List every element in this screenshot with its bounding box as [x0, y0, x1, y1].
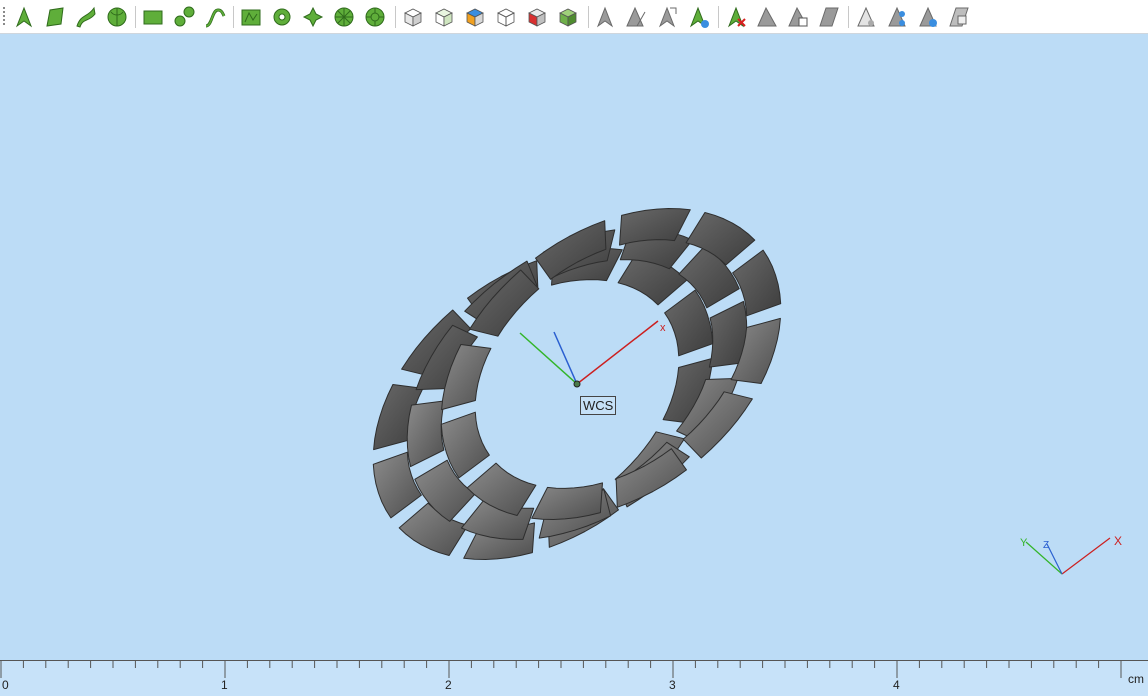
- select-face-button[interactable]: [42, 4, 68, 30]
- plane-doc-icon: [788, 6, 808, 27]
- select-button[interactable]: [11, 4, 37, 30]
- view-eye-icon: [919, 6, 937, 27]
- ruler-label-3: 3: [669, 678, 676, 692]
- wcs-label[interactable]: WCS: [580, 396, 617, 415]
- box-green-icon: [559, 8, 577, 27]
- circle-point-icon: [174, 6, 195, 27]
- toolbar-separator: [588, 6, 589, 28]
- arrow-gray-button[interactable]: [592, 4, 618, 30]
- box-front-button[interactable]: [431, 4, 457, 30]
- scene[interactable]: x X Y Z: [0, 34, 1148, 660]
- box-view-button[interactable]: [400, 4, 426, 30]
- plane-gray-icon: [819, 7, 839, 27]
- delete-button[interactable]: [723, 4, 749, 30]
- ruler-unit: cm: [1128, 672, 1144, 686]
- ruler-ticks: [0, 660, 1148, 678]
- triad-z-label: Z: [1043, 540, 1049, 551]
- box-color-button[interactable]: [462, 4, 488, 30]
- view-show-icon: [888, 6, 906, 27]
- toolbar-separator: [718, 6, 719, 28]
- arrow-copy-icon: [689, 6, 709, 28]
- triad-y-label: Y: [1020, 537, 1028, 549]
- ruler-label-2: 2: [445, 678, 452, 692]
- arrow-gray-icon: [596, 6, 614, 28]
- toolbar-separator: [135, 6, 136, 28]
- select-edge-button[interactable]: [73, 4, 99, 30]
- delete-icon: [727, 6, 746, 28]
- box-wireframe-button[interactable]: [493, 4, 519, 30]
- arrow-move-icon: [658, 6, 677, 28]
- triad-x-label: X: [1114, 534, 1122, 548]
- arrow-split-icon: [626, 6, 646, 27]
- arrow-move-button[interactable]: [654, 4, 680, 30]
- wheel-icon: [334, 7, 354, 27]
- spoke-wheel-icon: [365, 7, 385, 27]
- orientation-triad: X Y Z: [1020, 534, 1122, 575]
- box-front-icon: [435, 8, 453, 27]
- bracelet-link[interactable]: [406, 400, 446, 468]
- arrow-split-button[interactable]: [623, 4, 649, 30]
- toolbar-separator: [395, 6, 396, 28]
- bracelet-link[interactable]: [531, 482, 603, 520]
- gear-icon: [273, 8, 291, 26]
- pattern-button[interactable]: [300, 4, 326, 30]
- plane-gray-button[interactable]: [816, 4, 842, 30]
- view-list-icon: [949, 7, 969, 27]
- box-view-icon: [404, 8, 422, 27]
- ruler-label-1: 1: [221, 678, 228, 692]
- box-green-button[interactable]: [555, 4, 581, 30]
- ruler-label-0: 0: [2, 678, 9, 692]
- view-show-button[interactable]: [884, 4, 910, 30]
- select-icon: [15, 6, 33, 28]
- curve-button[interactable]: [202, 4, 228, 30]
- arrow-copy-button[interactable]: [685, 4, 711, 30]
- view-list-button[interactable]: [946, 4, 972, 30]
- view-eye-button[interactable]: [915, 4, 941, 30]
- toolbar-separator: [848, 6, 849, 28]
- pattern-icon: [302, 6, 324, 28]
- rectangle-button[interactable]: [140, 4, 166, 30]
- scale-ruler: 0 1 2 3 4 cm: [0, 660, 1148, 696]
- gear-button[interactable]: [269, 4, 295, 30]
- 3d-viewport[interactable]: x X Y Z WCS: [0, 34, 1148, 660]
- toolbar: [0, 0, 1148, 34]
- view-hide-button[interactable]: [853, 4, 879, 30]
- polygon-icon: [241, 9, 261, 26]
- plane-doc-button[interactable]: [785, 4, 811, 30]
- box-wireframe-icon: [497, 8, 515, 27]
- plane-button[interactable]: [754, 4, 780, 30]
- select-face-icon: [46, 7, 64, 27]
- view-hide-icon: [857, 6, 875, 27]
- ruler-label-4: 4: [893, 678, 900, 692]
- toolbar-separator: [233, 6, 234, 28]
- plane-icon: [757, 6, 777, 27]
- rectangle-icon: [143, 10, 163, 25]
- select-solid-button[interactable]: [104, 4, 130, 30]
- wcs-x-label: x: [660, 322, 666, 334]
- select-solid-icon: [107, 7, 127, 27]
- wcs-axes: x: [519, 320, 666, 388]
- circle-point-button[interactable]: [171, 4, 197, 30]
- toolbar-grip[interactable]: [3, 7, 5, 27]
- box-color-icon: [466, 8, 484, 27]
- select-edge-icon: [76, 6, 96, 28]
- box-red-button[interactable]: [524, 4, 550, 30]
- spoke-wheel-button[interactable]: [362, 4, 388, 30]
- curve-icon: [205, 8, 226, 28]
- wheel-button[interactable]: [331, 4, 357, 30]
- box-red-icon: [528, 8, 546, 27]
- polygon-button[interactable]: [238, 4, 264, 30]
